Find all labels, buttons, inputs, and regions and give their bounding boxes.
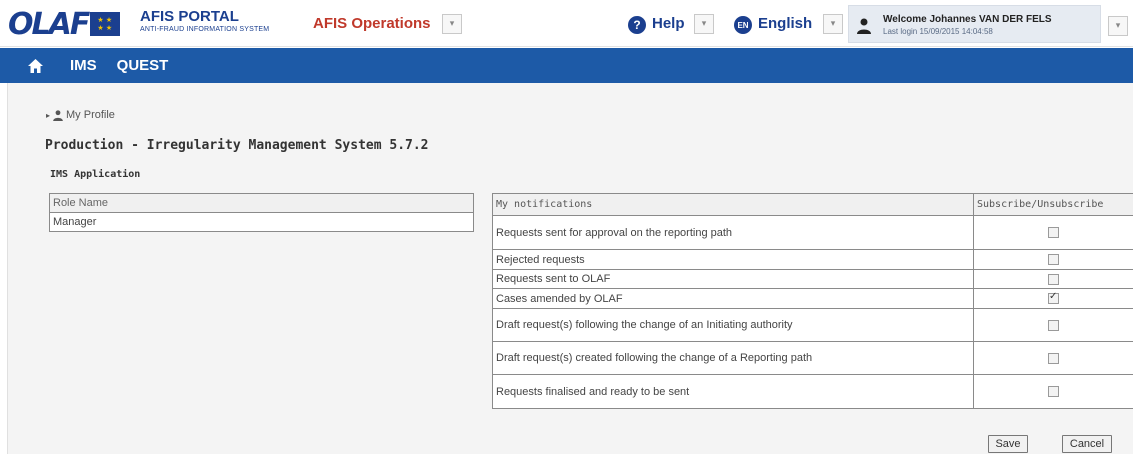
- chevron-down-icon: ▾: [830, 19, 836, 29]
- user-icon: [857, 18, 871, 34]
- table-row: Requests sent for approval on the report…: [492, 215, 1133, 250]
- operations-label[interactable]: AFIS Operations: [313, 15, 431, 32]
- my-profile-label: My Profile: [66, 109, 115, 121]
- chevron-down-icon: ▾: [449, 19, 455, 29]
- chevron-down-icon: ▾: [701, 19, 707, 29]
- nav-item-quest[interactable]: QUEST: [117, 57, 169, 74]
- home-icon[interactable]: [24, 55, 46, 77]
- user-info-box: Welcome Johannes VAN DER FELS Last login…: [848, 5, 1101, 43]
- table-row: Draft request(s) following the change of…: [492, 308, 1133, 342]
- subscribe-checkbox[interactable]: [1048, 386, 1059, 398]
- subscribe-checkbox[interactable]: [1048, 291, 1059, 305]
- chevron-down-icon: ▾: [1115, 21, 1121, 31]
- operations-dropdown-button[interactable]: ▾: [442, 14, 462, 34]
- table-row: Cases amended by OLAF: [492, 288, 1133, 309]
- language-icon[interactable]: EN: [734, 16, 752, 34]
- notification-label: Requests sent to OLAF: [492, 269, 974, 289]
- user-dropdown-button[interactable]: ▾: [1108, 16, 1128, 36]
- my-profile-link[interactable]: ▸ My Profile: [46, 109, 115, 121]
- subscribe-checkbox[interactable]: [1048, 254, 1059, 266]
- table-header-row: My notifications Subscribe/Unsubscribe: [492, 193, 1133, 216]
- help-dropdown-button[interactable]: ▾: [694, 14, 714, 34]
- notification-label: Cases amended by OLAF: [492, 288, 974, 309]
- page-title: Production - Irregularity Management Sys…: [45, 138, 429, 153]
- my-notifications-header: My notifications: [492, 193, 974, 216]
- table-header-row: Role Name: [49, 193, 474, 213]
- table-row: Requests sent to OLAF: [492, 269, 1133, 289]
- eu-flag-icon: [90, 12, 121, 36]
- table-row: Requests finalised and ready to be sent: [492, 374, 1133, 409]
- main-nav: IMS QUEST: [0, 48, 1133, 83]
- nav-item-ims[interactable]: IMS: [70, 57, 97, 74]
- roles-table: Role Name Manager: [49, 193, 474, 232]
- section-title: IMS Application: [50, 169, 141, 180]
- table-row: Draft request(s) created following the c…: [492, 341, 1133, 375]
- role-name-header: Role Name: [49, 193, 474, 213]
- main-content: ▸ My Profile Production - Irregularity M…: [7, 83, 1133, 454]
- table-row: Rejected requests: [492, 249, 1133, 270]
- welcome-text: Welcome Johannes VAN DER FELS: [883, 14, 1052, 25]
- subscribe-checkbox[interactable]: [1048, 273, 1059, 285]
- olaf-logo[interactable]: OLAF: [8, 6, 130, 42]
- chevron-right-icon: ▸: [46, 110, 51, 120]
- last-login-text: Last login 15/09/2015 14:04:58: [883, 27, 993, 36]
- help-icon[interactable]: ?: [628, 16, 646, 34]
- subscribe-header: Subscribe/Unsubscribe: [973, 193, 1133, 216]
- portal-title: AFIS PORTAL: [140, 8, 239, 25]
- portal-brand: AFIS PORTAL ANTI-FRAUD INFORMATION SYSTE…: [140, 8, 270, 34]
- save-button[interactable]: Save: [988, 435, 1028, 453]
- subscribe-checkbox[interactable]: [1048, 227, 1059, 239]
- subscribe-checkbox[interactable]: [1048, 352, 1059, 364]
- role-cell[interactable]: Manager: [49, 212, 474, 232]
- notification-label: Rejected requests: [492, 249, 974, 270]
- portal-subtitle: ANTI-FRAUD INFORMATION SYSTEM: [140, 26, 270, 33]
- table-row[interactable]: Manager: [49, 212, 474, 232]
- top-header: OLAF AFIS PORTAL ANTI-FRAUD INFORMATION …: [0, 0, 1133, 47]
- language-label[interactable]: English: [758, 15, 812, 32]
- notifications-table: My notifications Subscribe/Unsubscribe R…: [492, 193, 1133, 409]
- notification-label: Draft request(s) following the change of…: [492, 308, 974, 342]
- cancel-button[interactable]: Cancel: [1062, 435, 1112, 453]
- language-dropdown-button[interactable]: ▾: [823, 14, 843, 34]
- subscribe-checkbox[interactable]: [1048, 319, 1059, 331]
- help-label[interactable]: Help: [652, 15, 685, 32]
- notification-label: Requests sent for approval on the report…: [492, 215, 974, 250]
- notification-label: Draft request(s) created following the c…: [492, 341, 974, 375]
- logo-text: OLAF: [8, 6, 90, 42]
- user-icon: [53, 109, 63, 121]
- notification-label: Requests finalised and ready to be sent: [492, 374, 974, 409]
